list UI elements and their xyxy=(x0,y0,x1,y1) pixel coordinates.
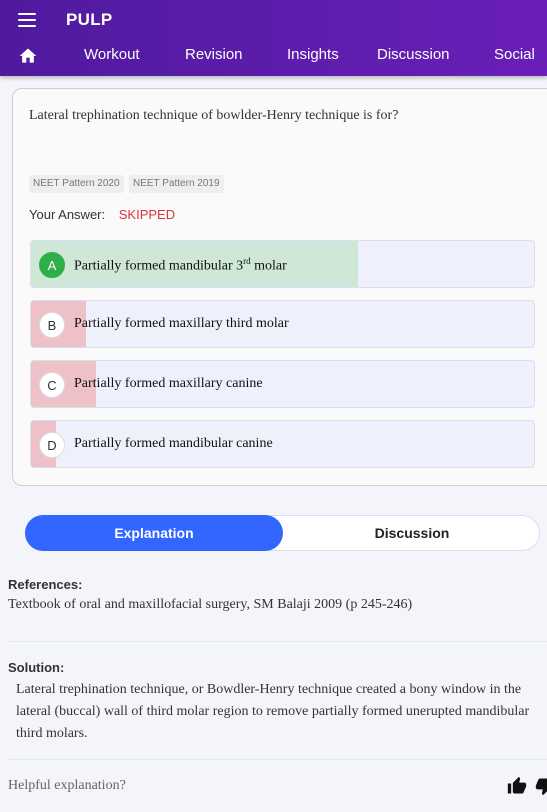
hamburger-menu-icon[interactable] xyxy=(16,10,40,30)
option-a[interactable]: A Partially formed mandibular 3rd molar xyxy=(30,240,535,288)
explanation-tab[interactable]: Explanation xyxy=(25,515,283,551)
tab-workout[interactable]: Workout xyxy=(84,46,140,63)
helpful-explanation-prompt: Helpful explanation? xyxy=(8,778,126,793)
question-text: Lateral trephination technique of bowlde… xyxy=(29,108,399,123)
solution-text: Lateral trephination technique, or Bowdl… xyxy=(16,682,530,741)
app-header: PULP Workout Revision Insights Discussio… xyxy=(0,0,547,76)
references-label: References: xyxy=(8,577,83,592)
option-b[interactable]: B Partially formed maxillary third molar xyxy=(30,300,535,348)
home-icon[interactable] xyxy=(18,46,38,66)
option-d-letter: D xyxy=(39,432,65,458)
your-answer-label: Your Answer: xyxy=(29,207,106,222)
option-c-letter: C xyxy=(39,372,65,398)
question-card: Lateral trephination technique of bowlde… xyxy=(12,88,547,486)
divider xyxy=(8,759,547,760)
option-b-letter: B xyxy=(39,312,65,338)
discussion-tab[interactable]: Discussion xyxy=(283,515,541,551)
solution-label: Solution: xyxy=(8,660,65,675)
option-c[interactable]: C Partially formed maxillary canine xyxy=(30,360,535,408)
option-c-text: Partially formed maxillary canine xyxy=(74,376,263,391)
tag-neet-2020: NEET Pattern 2020 xyxy=(29,175,124,193)
option-a-text: Partially formed mandibular 3rd molar xyxy=(74,256,287,274)
option-b-text: Partially formed maxillary third molar xyxy=(74,316,289,331)
thumbs-down-icon[interactable] xyxy=(535,776,547,796)
your-answer-value: SKIPPED xyxy=(118,207,176,222)
thumbs-up-icon[interactable] xyxy=(507,776,527,796)
nav-bar: Workout Revision Insights Discussion Soc… xyxy=(0,40,547,72)
option-a-letter: A xyxy=(39,252,65,278)
tab-social[interactable]: Social xyxy=(494,46,535,63)
tab-discussion[interactable]: Discussion xyxy=(377,46,450,63)
tab-insights[interactable]: Insights xyxy=(287,46,339,63)
divider xyxy=(8,641,547,642)
option-d[interactable]: D Partially formed mandibular canine xyxy=(30,420,535,468)
app-title: PULP xyxy=(66,10,113,29)
your-answer-row: Your Answer: SKIPPED xyxy=(29,207,175,222)
option-d-text: Partially formed mandibular canine xyxy=(74,436,273,451)
tag-neet-2019: NEET Pattern 2019 xyxy=(129,175,224,193)
references-text: Textbook of oral and maxillofacial surge… xyxy=(8,597,413,612)
tab-revision[interactable]: Revision xyxy=(185,46,243,63)
explanation-discussion-toggle: Explanation Discussion xyxy=(25,515,540,551)
